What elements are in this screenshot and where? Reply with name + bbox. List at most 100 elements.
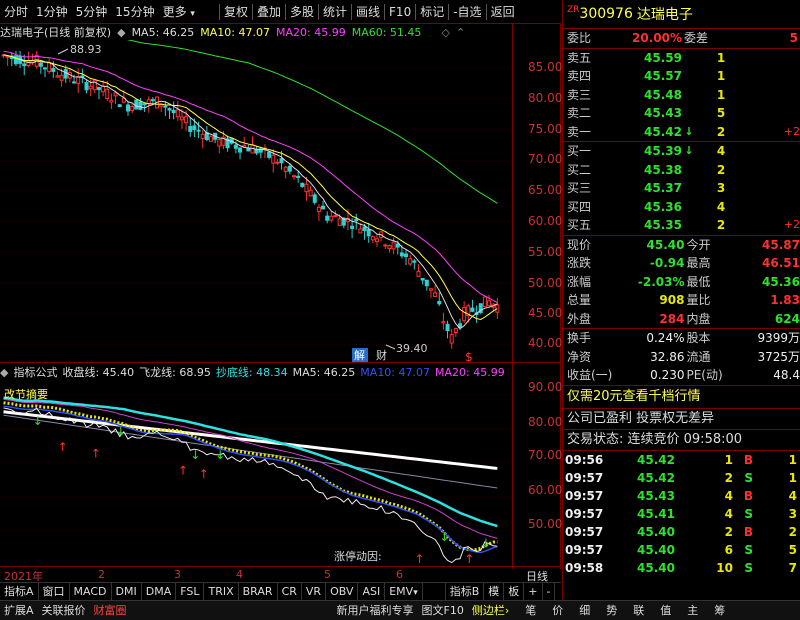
- tab-price[interactable]: 价: [548, 601, 567, 620]
- order-price: 45.38: [644, 162, 682, 177]
- candle-body: [113, 92, 118, 97]
- adjust-button[interactable]: 复权: [220, 0, 252, 24]
- remove-watchlist-button[interactable]: -自选: [449, 0, 485, 24]
- stat-row: 涨跌 -0.94 最高 46.51: [563, 254, 800, 273]
- price-tick: 80.00: [528, 91, 563, 105]
- candle-body: [292, 175, 296, 178]
- level2-promo[interactable]: 仅需20元查看千档行情: [563, 386, 800, 408]
- fundamental-row: 收益(一) 0.230 PE(动) 48.4: [563, 366, 800, 385]
- tab-asi[interactable]: ASI: [358, 582, 386, 601]
- candle-body: [254, 149, 259, 154]
- period-more[interactable]: 更多 ▾: [159, 0, 199, 24]
- time-label: 4: [236, 568, 243, 581]
- f10-button[interactable]: F10: [385, 0, 415, 24]
- new-user-promo-button[interactable]: 新用户福利专享: [333, 601, 418, 620]
- tab-indicator-b[interactable]: 指标B: [444, 582, 485, 601]
- indicator-settings-icon[interactable]: ◆: [0, 366, 8, 379]
- candle-body: [138, 101, 143, 110]
- price-tick: 60.00: [528, 214, 563, 228]
- candle-body: [279, 158, 284, 164]
- ind-ma5-label: MA5: 46.25: [292, 365, 356, 379]
- sidebar-button[interactable]: 侧边栏›: [468, 601, 513, 620]
- graphic-f10-button[interactable]: 图文F10: [418, 601, 468, 620]
- stat-label: PE(动): [686, 368, 723, 382]
- order-row[interactable]: 卖一 45.42 ↓ 2 +2: [563, 123, 800, 142]
- order-row[interactable]: 买三 45.37 3: [563, 179, 800, 198]
- tab-obv[interactable]: OBV: [326, 582, 359, 601]
- expand-a-button[interactable]: 扩展A: [0, 601, 38, 620]
- candle-body: [420, 277, 425, 281]
- related-quotes-button[interactable]: 关联报价: [38, 601, 90, 620]
- order-change: [746, 67, 800, 86]
- stat-row: 总量 908 量比 1.83: [563, 291, 800, 310]
- tab-window[interactable]: 窗口: [39, 582, 70, 601]
- add-window-button[interactable]: +: [524, 582, 543, 601]
- order-row[interactable]: 卖三 45.48 1: [563, 86, 800, 105]
- period-1min[interactable]: 1分钟: [32, 0, 72, 24]
- multi-stock-button[interactable]: 多股: [286, 0, 318, 24]
- remove-window-button[interactable]: -: [543, 582, 556, 601]
- order-price: 45.48: [644, 87, 682, 102]
- order-row[interactable]: 买四 45.36 4: [563, 198, 800, 217]
- tab-cr[interactable]: CR: [278, 582, 302, 601]
- order-row[interactable]: 卖五 45.59 1: [563, 49, 800, 68]
- period-5min[interactable]: 5分钟: [72, 0, 112, 24]
- price-tick: 55.00: [528, 245, 563, 259]
- draw-line-button[interactable]: 画线: [352, 0, 384, 24]
- statistics-button[interactable]: 统计: [319, 0, 351, 24]
- candle-body: [96, 87, 101, 91]
- tab-ticks[interactable]: 笔: [521, 601, 540, 620]
- chaodi-line: [3, 396, 498, 528]
- candle-body: [117, 104, 122, 108]
- candle-body: [126, 104, 130, 112]
- candle-body: [316, 206, 321, 212]
- stat-value: -0.94: [649, 256, 685, 270]
- period-15min[interactable]: 15分钟: [111, 0, 158, 24]
- candle-body: [287, 165, 292, 172]
- tab-macd[interactable]: MACD: [70, 582, 112, 601]
- tab-detail[interactable]: 细: [575, 601, 594, 620]
- order-label: 买一: [567, 144, 592, 158]
- financial-report-badge[interactable]: 财: [376, 348, 387, 362]
- arrow-down-icon: [682, 216, 696, 235]
- tab-value[interactable]: 值: [656, 601, 675, 620]
- tab-vr[interactable]: VR: [302, 582, 327, 601]
- wealth-circle-button[interactable]: 财富圈: [90, 601, 131, 620]
- weibi-value: 20.00%: [632, 31, 682, 45]
- stat-value: 0.24%: [646, 331, 685, 345]
- overlay-button[interactable]: 叠加: [253, 0, 285, 24]
- mark-button[interactable]: 标记: [416, 0, 448, 24]
- tab-template-1[interactable]: 模: [484, 582, 505, 601]
- limit-up-reason[interactable]: 涨停动因:: [334, 549, 382, 563]
- tab-indicator-a[interactable]: 指标A: [0, 582, 39, 601]
- tab-trend[interactable]: 势: [602, 601, 621, 620]
- indicator-name[interactable]: 指标公式: [13, 364, 57, 380]
- tick-list[interactable]: 09:56 45.42 1 B 1 09:57 45.42 2 S 1 09:57 45.43 4 B 4 0…: [563, 451, 800, 577]
- tab-dma[interactable]: DMA: [142, 582, 177, 601]
- price-candlestick-chart[interactable]: 88.93 39.40 解 财 $: [0, 40, 512, 362]
- order-row[interactable]: 卖四 45.57 1: [563, 67, 800, 86]
- back-button[interactable]: 返回: [487, 0, 519, 24]
- order-row[interactable]: 卖二 45.43 5: [563, 104, 800, 123]
- price-tick: 40.00: [528, 336, 563, 350]
- order-row[interactable]: 买一 45.39 ↓ 4: [563, 142, 800, 161]
- summary-label[interactable]: 改节摘要: [4, 387, 48, 401]
- tab-trix[interactable]: TRIX: [204, 582, 239, 601]
- tab-main[interactable]: 主: [683, 601, 702, 620]
- weibi-label: 委比: [567, 31, 592, 45]
- tab-fsl[interactable]: FSL: [176, 582, 205, 601]
- indicator-chart[interactable]: ↓↑ ↑↓↑↓↑↓↑↓↑↓ 改节摘要 涨停动因:: [0, 380, 512, 566]
- candle-body: [130, 105, 135, 111]
- tab-brar[interactable]: BRAR: [239, 582, 278, 601]
- tab-template-2[interactable]: 板: [504, 582, 525, 601]
- tab-dmi[interactable]: DMI: [112, 582, 142, 601]
- order-row[interactable]: 买五 45.35 2 +2: [563, 216, 800, 235]
- dividend-marker[interactable]: $: [465, 350, 473, 362]
- candle-body: [38, 62, 43, 67]
- tab-linked[interactable]: 联: [629, 601, 648, 620]
- period-minute-chart[interactable]: 分时: [0, 0, 32, 24]
- tab-chips[interactable]: 筹: [710, 601, 729, 620]
- order-row[interactable]: 买二 45.38 2: [563, 161, 800, 180]
- candle-body: [196, 129, 201, 132]
- tab-emv[interactable]: EMV▾: [385, 582, 423, 601]
